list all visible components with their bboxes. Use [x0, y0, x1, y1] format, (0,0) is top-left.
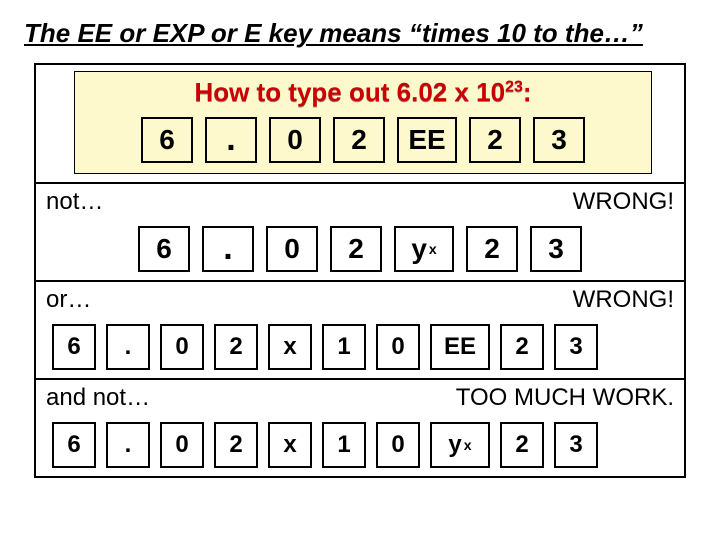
howto-text: How to type out 6.02 x 1023: How to type…	[83, 78, 643, 107]
label-toomuch: TOO MUCH WORK.	[456, 384, 674, 412]
key-yx: yx	[430, 422, 490, 468]
key-6: 6	[138, 226, 190, 272]
key-3: 3	[554, 422, 598, 468]
section-andnot: and not… TOO MUCH WORK. 6 . 0 2 x 1 0 yx…	[36, 378, 684, 476]
key-2b: 2	[466, 226, 518, 272]
keys-correct: 6 . 0 2 EE 2 3	[83, 117, 643, 163]
page-title: The EE or EXP or E key means “times 10 t…	[24, 18, 696, 49]
keys-wrong-yx: 6 . 0 2 yx 2 3	[46, 226, 674, 272]
section-or: or… WRONG! 6 . 0 2 x 1 0 EE 2 3	[36, 280, 684, 378]
label-wrong-1: WRONG!	[573, 188, 674, 216]
key-0: 0	[269, 117, 321, 163]
slide: The EE or EXP or E key means “times 10 t…	[0, 0, 720, 540]
key-0b: 0	[376, 422, 420, 468]
key-2: 2	[214, 422, 258, 468]
key-6: 6	[141, 117, 193, 163]
key-x: x	[268, 324, 312, 370]
keys-wrong-x10yx: 6 . 0 2 x 1 0 yx 2 3	[46, 422, 674, 468]
key-3: 3	[554, 324, 598, 370]
label-or: or…	[46, 286, 91, 314]
key-0: 0	[266, 226, 318, 272]
key-1: 1	[322, 324, 366, 370]
key-x: x	[268, 422, 312, 468]
key-dot: .	[202, 226, 254, 272]
key-ee: EE	[430, 324, 490, 370]
key-dot: .	[106, 422, 150, 468]
key-yx: yx	[394, 226, 454, 272]
key-0b: 0	[376, 324, 420, 370]
main-frame: How to type out 6.02 x 1023: How to type…	[34, 63, 686, 478]
label-andnot: and not…	[46, 384, 150, 412]
label-not: not…	[46, 188, 103, 216]
key-6: 6	[52, 422, 96, 468]
label-wrong-2: WRONG!	[573, 286, 674, 314]
key-dot: .	[205, 117, 257, 163]
key-1: 1	[322, 422, 366, 468]
howto-red: How to type out 6.02 x 1023:	[194, 77, 531, 107]
key-2: 2	[333, 117, 385, 163]
section-not: not… WRONG! 6 . 0 2 yx 2 3	[36, 182, 684, 280]
key-2b: 2	[469, 117, 521, 163]
key-ee: EE	[397, 117, 457, 163]
howto-box: How to type out 6.02 x 1023: How to type…	[74, 71, 652, 174]
key-dot: .	[106, 324, 150, 370]
key-2b: 2	[500, 422, 544, 468]
key-0: 0	[160, 324, 204, 370]
key-2b: 2	[500, 324, 544, 370]
key-2: 2	[214, 324, 258, 370]
keys-wrong-x10ee: 6 . 0 2 x 1 0 EE 2 3	[46, 324, 674, 370]
key-2: 2	[330, 226, 382, 272]
key-3: 3	[533, 117, 585, 163]
key-3: 3	[530, 226, 582, 272]
key-0: 0	[160, 422, 204, 468]
key-6: 6	[52, 324, 96, 370]
